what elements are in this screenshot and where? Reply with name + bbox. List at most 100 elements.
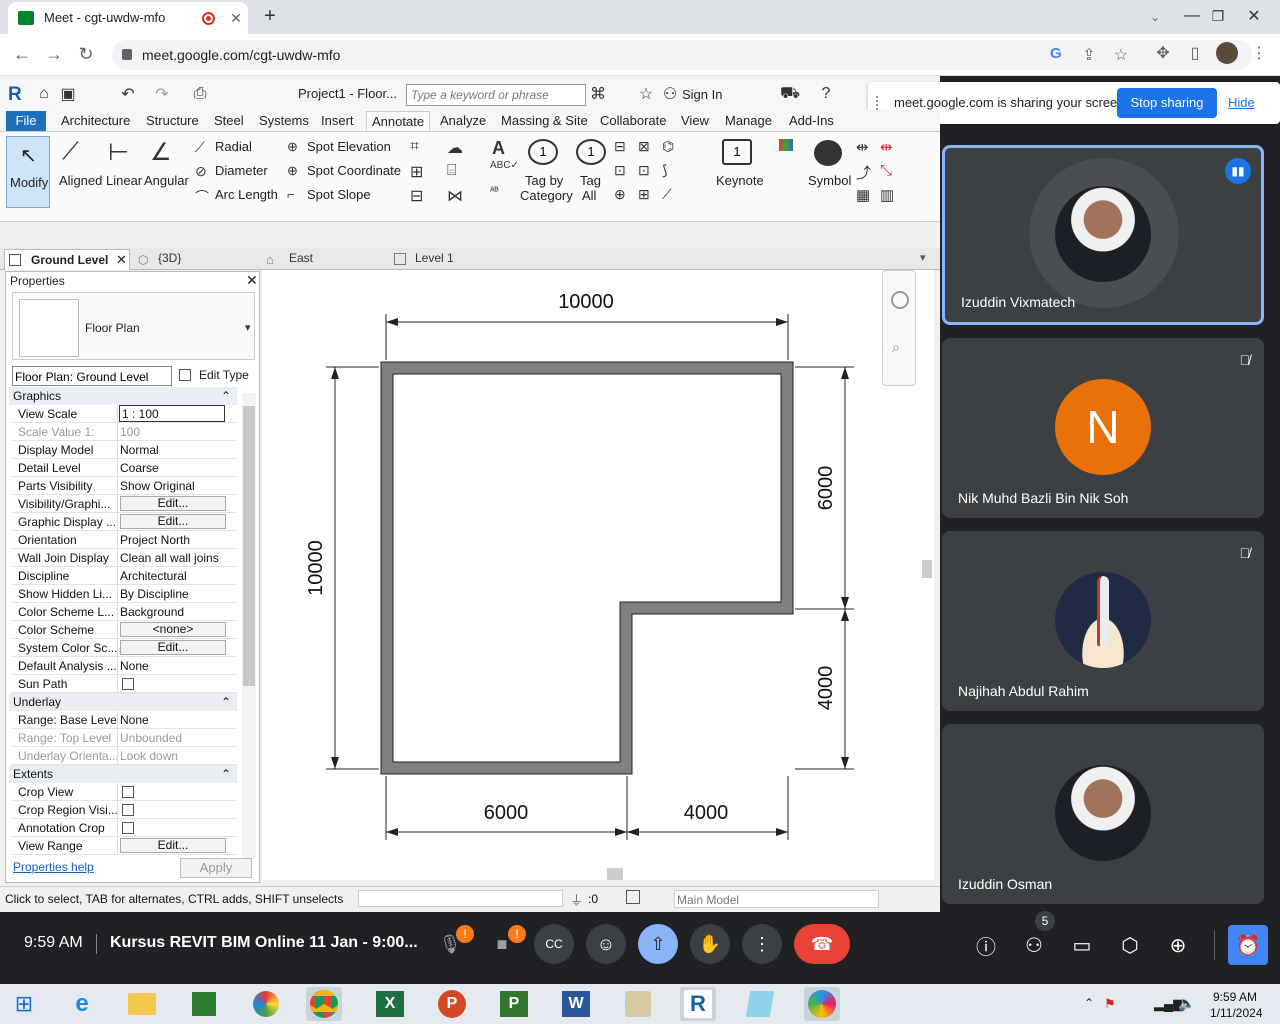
more-options-button[interactable]: ⋮ — [742, 924, 782, 964]
google-icon[interactable]: G — [1050, 45, 1062, 62]
color-fill-legend-icon[interactable] — [779, 139, 793, 151]
stair-path-icon[interactable]: ⟆ — [662, 162, 667, 179]
arc-length-icon[interactable]: ⌒ — [195, 187, 209, 207]
menu-manage[interactable]: Manage — [725, 111, 772, 131]
prop-value[interactable]: Background — [120, 605, 228, 619]
people-icon[interactable]: ⚇ — [1014, 925, 1054, 965]
close-view-icon[interactable]: ✕ — [116, 252, 127, 268]
prop-value[interactable]: Clean all wall joins — [120, 551, 228, 565]
raise-hand-button[interactable]: ✋ — [690, 924, 730, 964]
radial-icon[interactable]: ⟋ — [195, 139, 205, 156]
symbol-icon[interactable] — [814, 140, 842, 166]
prop-view-range[interactable]: View Range Edit... — [12, 837, 237, 855]
prop-annotation-crop[interactable]: Annotation Crop — [12, 819, 237, 837]
internet-explorer-icon[interactable]: e — [64, 987, 100, 1021]
tab-search-icon[interactable]: ⌄ — [1144, 6, 1166, 28]
grid-icon[interactable]: ▦ — [856, 186, 870, 204]
prop-system-color-schemes[interactable]: System Color Sc... Edit... — [12, 639, 237, 657]
spot-coordinate-label[interactable]: Spot Coordinate — [307, 163, 401, 178]
detail-line-icon[interactable]: ⌗ — [410, 138, 419, 156]
restore-button[interactable]: ❐ — [1206, 4, 1230, 28]
view-selector[interactable]: Floor Plan: Ground Level — [12, 366, 172, 386]
prop-wall-join-display[interactable]: Wall Join Display Clean all wall joins — [12, 549, 237, 567]
tab-ground-level[interactable]: Ground Level ✕ — [4, 249, 130, 270]
spot-slope-icon[interactable]: ⌐ — [287, 187, 295, 202]
prop-discipline[interactable]: Discipline Architectural — [12, 567, 237, 585]
prop-value[interactable]: Architectural — [120, 569, 228, 583]
workset-field[interactable] — [358, 890, 563, 907]
participant-tile[interactable]: Izuddin Osman — [942, 724, 1264, 904]
favorites-star-icon[interactable]: ☆ — [636, 84, 656, 104]
menu-analyze[interactable]: Analyze — [440, 111, 486, 131]
span-direction-icon[interactable]: ⇹ — [856, 138, 869, 156]
menu-insert[interactable]: Insert — [321, 111, 354, 131]
navigation-bar[interactable]: ⌕ — [882, 270, 916, 386]
browser-tab[interactable]: Meet - cgt-uwdw-mfo ✕ — [8, 2, 248, 34]
prop-value[interactable]: By Discipline — [120, 587, 228, 601]
menu-systems[interactable]: Systems — [259, 111, 309, 131]
close-properties-icon[interactable]: ✕ — [246, 272, 258, 289]
component-icon[interactable]: ⊟ — [410, 186, 423, 206]
zoom-icon[interactable]: ⌕ — [892, 339, 900, 356]
linear-label[interactable]: Linear — [106, 173, 142, 188]
scrollbar-thumb[interactable] — [243, 406, 255, 686]
beam-icon[interactable]: ⇹ — [880, 138, 893, 156]
menu-steel[interactable]: Steel — [214, 111, 244, 131]
tag-by-category-icon[interactable]: 1 — [528, 139, 558, 165]
binoculars-icon[interactable]: ⌘ — [588, 84, 608, 104]
file-explorer-icon[interactable] — [124, 987, 160, 1021]
modify-button[interactable]: ↖ Modify — [6, 136, 50, 208]
tab-level-1[interactable]: Level 1 — [415, 251, 454, 265]
insulation-icon[interactable]: ⋈ — [447, 186, 463, 206]
prop-sun-path[interactable]: Sun Path — [12, 675, 237, 693]
omnibox[interactable]: meet.google.com/cgt-uwdw-mfo G ⇪ ☆ — [112, 40, 1252, 70]
present-button[interactable]: ⇧ — [638, 924, 678, 964]
crop-region-checkbox[interactable] — [122, 804, 134, 816]
close-window-button[interactable]: ✕ — [1242, 4, 1266, 28]
hide-link[interactable]: Hide — [1228, 95, 1255, 110]
material-tag-icon[interactable]: ⊟ — [614, 138, 626, 155]
collapse-icon[interactable]: ⌃ — [221, 387, 231, 405]
prop-value[interactable]: None — [120, 659, 228, 673]
edit-type-button[interactable]: Edit Type — [199, 368, 249, 382]
symbol-label[interactable]: Symbol — [808, 173, 851, 188]
prop-value[interactable]: Normal — [120, 443, 228, 457]
prop-display-model[interactable]: Display Model Normal — [12, 441, 237, 459]
edit-button[interactable]: Edit... — [120, 640, 226, 655]
redo-icon[interactable]: ↷ — [152, 84, 172, 104]
revit-taskbar-icon[interactable]: R — [680, 987, 716, 1021]
stop-sharing-button[interactable]: Stop sharing — [1117, 88, 1217, 118]
prop-default-analysis[interactable]: Default Analysis ... None — [12, 657, 237, 675]
arc-length-label[interactable]: Arc Length — [215, 187, 278, 202]
tag-all-label-2[interactable]: All — [582, 188, 596, 203]
menu-structure[interactable]: Structure — [146, 111, 199, 131]
chat-icon[interactable]: ▭ — [1062, 925, 1102, 965]
stair-icon[interactable]: ⤴ — [856, 162, 871, 183]
tag-all-label-1[interactable]: Tag — [580, 173, 601, 188]
revision-cloud-icon[interactable]: ☁ — [447, 138, 463, 158]
prop-crop-view[interactable]: Crop View — [12, 783, 237, 801]
save-icon[interactable]: ▣ — [58, 84, 78, 104]
tab-3d[interactable]: {3D} — [158, 251, 181, 265]
prop-visibility-graphics[interactable]: Visibility/Graphi... Edit... — [12, 495, 237, 513]
design-options-icon[interactable] — [626, 890, 640, 904]
region-icon[interactable]: ⊞ — [410, 162, 423, 182]
type-selector[interactable]: Floor Plan ▾ — [12, 292, 255, 360]
prop-parts-visibility[interactable]: Parts Visibility Show Original — [12, 477, 237, 495]
find-replace-icon[interactable]: ᴬᴮ — [490, 186, 499, 197]
menu-file[interactable]: File — [6, 111, 46, 131]
new-tab-button[interactable]: + — [258, 4, 282, 28]
forward-icon[interactable]: → — [42, 42, 66, 66]
spot-elevation-label[interactable]: Spot Elevation — [307, 139, 391, 154]
model-selector[interactable]: Main Model — [674, 890, 879, 908]
store-icon[interactable] — [186, 987, 222, 1021]
prop-range-base-level[interactable]: Range: Base Level None — [12, 711, 237, 729]
tray-volume-icon[interactable]: 🔈 — [1178, 995, 1195, 1012]
project-icon[interactable]: P — [496, 987, 532, 1021]
menu-kebab-icon[interactable]: ⋮ — [1248, 42, 1270, 64]
beam-annotation-icon[interactable]: ⌬ — [662, 138, 674, 155]
word-icon[interactable]: W — [558, 987, 594, 1021]
meeting-info-icon[interactable]: ⓘ — [966, 925, 1006, 965]
alarm-icon[interactable]: ⏰ — [1228, 925, 1268, 965]
radial-label[interactable]: Radial — [215, 139, 252, 154]
